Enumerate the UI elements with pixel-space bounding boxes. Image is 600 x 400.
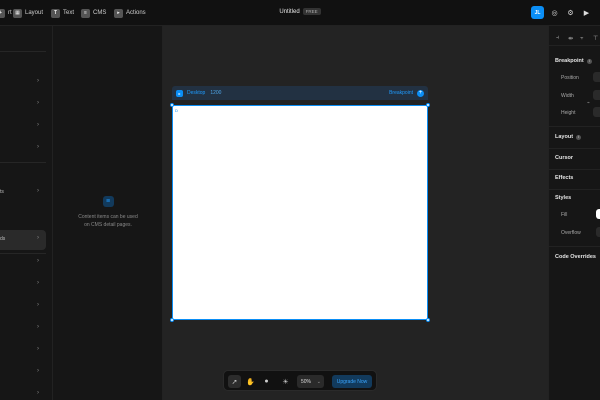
more-icon[interactable]: · (596, 6, 600, 19)
list-icon: ≡ (102, 196, 114, 207)
play-icon[interactable]: ▶ (580, 6, 593, 19)
chevron-right-icon[interactable]: › (37, 390, 39, 396)
fill-label: Fill (561, 212, 568, 218)
overflow-select[interactable] (596, 227, 600, 237)
height-label: Height (561, 110, 576, 116)
panel-divider (0, 253, 46, 254)
chevron-right-icon[interactable]: › (37, 235, 39, 241)
effects-section-heading[interactable]: Effects (555, 175, 573, 181)
properties-panel: ⫞ ⇹ ⫟ ⊤ Breakpoint i Position Width ⌁ He… (548, 26, 600, 400)
link-icon[interactable]: ⌁ (587, 100, 590, 106)
panel-divider (0, 51, 46, 52)
resize-handle-bottom-left[interactable] (170, 318, 174, 322)
frame-header[interactable]: ▸ Desktop 1200 Breakpoint + (172, 86, 428, 100)
align-top-icon[interactable]: ⊤ (593, 35, 598, 42)
globe-icon[interactable]: ◎ (548, 6, 561, 19)
chevron-right-icon[interactable]: › (37, 324, 39, 330)
resize-handle-top-left[interactable] (170, 103, 174, 107)
height-field[interactable] (593, 107, 600, 117)
panel-divider (549, 126, 600, 127)
info-icon[interactable]: i (586, 58, 592, 64)
desktop-frame-icon: ▸ (176, 89, 183, 97)
chevron-right-icon[interactable]: › (37, 122, 39, 128)
align-center-icon[interactable]: ⇹ (568, 35, 573, 42)
zoom-select[interactable]: 50% ⌄ (297, 375, 324, 388)
layout-section-heading[interactable]: Layout i (555, 134, 582, 140)
bottom-toolbar: ➚ ✋ ● ☀ 50% ⌄ Upgrade Now (223, 370, 377, 391)
project-title-text: Untitled (279, 9, 300, 16)
panel-divider (549, 169, 600, 170)
chevron-right-icon[interactable]: › (37, 100, 39, 106)
chevron-right-icon[interactable]: › (37, 258, 39, 264)
breakpoint-button[interactable]: Breakpoint (389, 90, 413, 96)
panel-divider (0, 162, 46, 163)
panel-divider (549, 148, 600, 149)
width-label: Width (561, 93, 574, 99)
frame-name: Desktop (187, 90, 206, 96)
styles-section-heading[interactable]: Styles (555, 195, 571, 201)
chevron-right-icon[interactable]: › (37, 144, 39, 150)
top-toolbar: + rt ▦ Layout T Text ≡ CMS ▸ Actions Unt… (0, 0, 600, 26)
chevron-down-icon: ⌄ (316, 378, 321, 385)
upgrade-button[interactable]: Upgrade Now (332, 375, 372, 388)
cms-panel: ≡ Content items can be used on CMS detai… (53, 26, 163, 400)
cms-empty-line1: Content items can be used (78, 214, 138, 220)
list-item-label[interactable]: ds (0, 236, 5, 242)
breakpoint-section-heading[interactable]: Breakpoint i (555, 58, 592, 64)
align-right-icon[interactable]: ⫟ (580, 35, 584, 42)
chevron-right-icon[interactable]: › (37, 280, 39, 286)
layout-heading-text: Layout (555, 134, 574, 140)
desktop-frame[interactable]: D (172, 105, 428, 320)
hand-tool-icon[interactable]: ✋ (244, 375, 257, 388)
alignment-toolbar: ⫞ ⇹ ⫟ ⊤ (549, 32, 600, 46)
align-left-icon[interactable]: ⫞ (556, 35, 559, 42)
list-item-selected[interactable] (0, 230, 46, 250)
panel-divider (549, 189, 600, 190)
cursor-section-heading[interactable]: Cursor (555, 155, 573, 161)
panel-divider (549, 246, 600, 247)
select-tool-icon[interactable]: ➚ (228, 375, 241, 388)
chevron-right-icon[interactable]: › (37, 188, 39, 194)
info-icon[interactable]: i (576, 134, 582, 140)
comment-tool-icon[interactable]: ● (260, 375, 273, 388)
gear-icon[interactable]: ⚙ (564, 6, 577, 19)
cms-empty-state: ≡ Content items can be used on CMS detai… (53, 196, 163, 229)
frame-mark: D (175, 108, 178, 113)
position-label: Position (561, 75, 579, 81)
layers-panel: › › › › ts › ds › › › › › › › › (0, 26, 53, 400)
chevron-right-icon[interactable]: › (37, 346, 39, 352)
zoom-value: 50% (301, 378, 312, 385)
cms-empty-line2: on CMS detail pages. (84, 222, 132, 228)
chevron-right-icon[interactable]: › (37, 78, 39, 84)
chevron-right-icon[interactable]: › (37, 368, 39, 374)
frame-width: 1200 (210, 90, 222, 96)
avatar[interactable]: JL (531, 6, 544, 19)
code-overrides-section-heading[interactable]: Code Overrides (555, 254, 596, 260)
chevron-right-icon[interactable]: › (37, 302, 39, 308)
resize-handle-bottom-right[interactable] (426, 318, 430, 322)
breakpoint-heading-text: Breakpoint (555, 58, 584, 64)
position-field[interactable] (593, 72, 600, 82)
fill-color-swatch[interactable] (596, 209, 600, 219)
theme-toggle-icon[interactable]: ☀ (279, 375, 292, 388)
plan-badge: FREE (302, 8, 321, 15)
list-item-label[interactable]: ts (0, 189, 4, 195)
resize-handle-top-right[interactable] (426, 103, 430, 107)
project-title[interactable]: Untitled FREE (0, 8, 600, 15)
overflow-label: Overflow (561, 230, 581, 236)
add-breakpoint-icon[interactable]: + (417, 89, 424, 97)
width-field[interactable] (593, 90, 600, 100)
